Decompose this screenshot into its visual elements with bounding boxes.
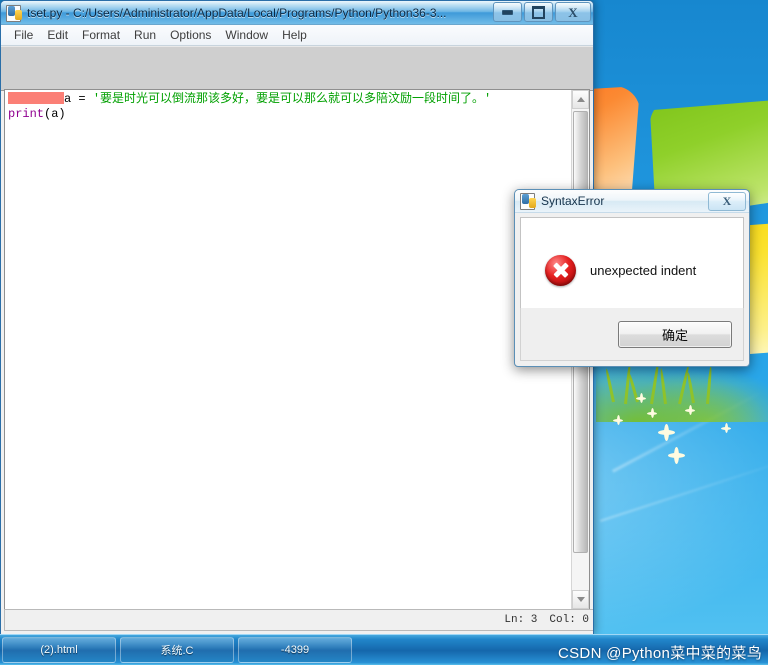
menubar[interactable]: File Edit Format Run Options Window Help	[1, 25, 593, 46]
menu-item-help[interactable]: Help	[275, 26, 314, 44]
maximize-button[interactable]	[524, 2, 553, 22]
error-x-icon	[545, 254, 576, 286]
syntax-error-dialog[interactable]: SyntaxError X unexpected indent 确定	[514, 189, 750, 367]
ok-button[interactable]: 确定	[618, 320, 732, 348]
code-assignment: a =	[64, 92, 93, 106]
maximize-icon	[532, 5, 545, 19]
dialog-title: SyntaxError	[541, 194, 605, 208]
close-button[interactable]: X	[555, 2, 591, 22]
minimize-icon	[502, 9, 513, 15]
scroll-down-icon[interactable]	[572, 590, 589, 609]
menu-item-run[interactable]: Run	[127, 26, 163, 44]
code-text[interactable]: a = '要是时光可以倒流那该多好，要是可以那么就可以多陪汶励一段时间了。' p…	[5, 90, 571, 609]
code-string-literal: '要是时光可以倒流那该多好，要是可以那么就可以多陪汶励一段时间了。'	[92, 92, 492, 106]
menu-item-window[interactable]: Window	[218, 26, 275, 44]
indent-error-highlight	[8, 92, 64, 104]
menu-item-format[interactable]: Format	[75, 26, 127, 44]
taskbar-buttons[interactable]: (2).html 系统.C -4399	[0, 635, 354, 665]
status-column-number: Col: 0	[549, 614, 589, 626]
editor-area[interactable]: a = '要是时光可以倒流那该多好，要是可以那么就可以多陪汶励一段时间了。' p…	[4, 89, 590, 610]
watermark: CSDN @Python菜中菜的菜鸟	[558, 645, 762, 662]
menu-item-edit[interactable]: Edit	[40, 26, 75, 44]
taskbar-item-3[interactable]: -4399	[238, 637, 352, 663]
minimize-button[interactable]	[493, 2, 522, 22]
close-icon: X	[722, 194, 732, 208]
code-print-args: (a)	[44, 107, 66, 121]
dialog-titlebar[interactable]: SyntaxError X	[515, 190, 749, 213]
taskbar-item-1[interactable]: (2).html	[2, 637, 116, 663]
window-title: tset.py - C:/Users/Administrator/AppData…	[27, 5, 447, 20]
menu-item-file[interactable]: File	[7, 26, 40, 44]
toolbar-panel	[1, 46, 593, 91]
code-keyword-print: print	[8, 107, 45, 121]
dialog-message: unexpected indent	[590, 262, 697, 278]
python-idle-icon	[520, 193, 536, 210]
python-idle-icon	[6, 4, 22, 22]
idle-editor-window[interactable]: tset.py - C:/Users/Administrator/AppData…	[0, 0, 594, 635]
window-controls[interactable]: X	[493, 2, 591, 22]
close-icon: X	[568, 4, 578, 20]
status-line-number: Ln: 3	[504, 614, 538, 626]
window-titlebar[interactable]: tset.py - C:/Users/Administrator/AppData…	[1, 1, 593, 25]
dialog-footer: 确定	[520, 308, 744, 361]
taskbar-item-2[interactable]: 系统.C	[120, 637, 234, 663]
statusbar: Ln: 3 Col: 0	[4, 609, 593, 631]
menu-item-options[interactable]: Options	[163, 26, 218, 44]
scroll-up-icon[interactable]	[572, 90, 589, 109]
dialog-close-button[interactable]: X	[708, 192, 746, 211]
